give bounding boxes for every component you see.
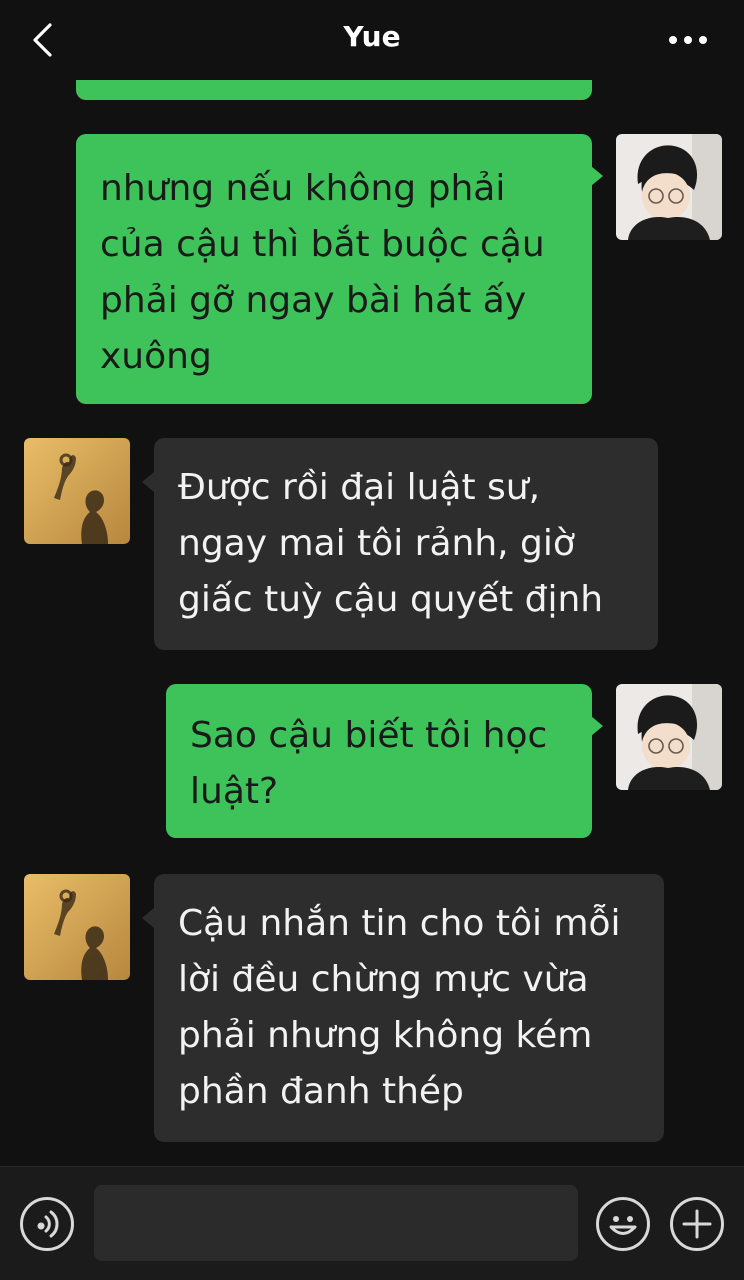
voice-button[interactable] (20, 1197, 74, 1251)
avatar-image-icon (616, 134, 722, 240)
my-avatar[interactable] (616, 134, 722, 240)
chat-title: Yue (343, 20, 401, 53)
message-text: nhưng nếu không phải của cậu thì bắt buộ… (100, 168, 545, 377)
message-text: Được rồi đại luật sư, ngay mai tôi rảnh,… (178, 467, 604, 620)
message-bubble-contact[interactable]: Được rồi đại luật sư, ngay mai tôi rảnh,… (154, 438, 658, 650)
contact-avatar[interactable] (24, 438, 130, 544)
plus-icon (682, 1209, 712, 1239)
avatar-image-icon (24, 874, 130, 980)
emoji-button[interactable] (596, 1197, 650, 1251)
avatar-image-icon (24, 438, 130, 544)
bubble-tail (142, 472, 154, 492)
message-text: Cậu nhắn tin cho tôi mỗi lời đều chừng m… (178, 903, 621, 1112)
message-input[interactable] (94, 1185, 578, 1261)
more-dots-icon (669, 36, 707, 44)
chat-header: Yue (0, 0, 744, 80)
contact-avatar[interactable] (24, 874, 130, 980)
voice-icon (37, 1210, 59, 1238)
emoji-icon (609, 1216, 637, 1235)
message-bubble-contact[interactable]: Cậu nhắn tin cho tôi mỗi lời đều chừng m… (154, 874, 664, 1142)
bubble-tail (591, 716, 603, 736)
message-text: Sao cậu biết tôi học luật? (190, 715, 548, 812)
my-avatar[interactable] (616, 684, 722, 790)
bubble-tail (591, 166, 603, 186)
add-button[interactable] (670, 1197, 724, 1251)
message-bubble-mine[interactable]: Sao cậu biết tôi học luật? (166, 684, 592, 838)
message-bubble-mine[interactable]: nhưng nếu không phải của cậu thì bắt buộ… (76, 134, 592, 404)
bubble-tail (142, 908, 154, 928)
more-button[interactable] (666, 22, 710, 58)
avatar-image-icon (616, 684, 722, 790)
message-bubble-mine[interactable] (76, 80, 592, 100)
input-bar (0, 1166, 744, 1280)
